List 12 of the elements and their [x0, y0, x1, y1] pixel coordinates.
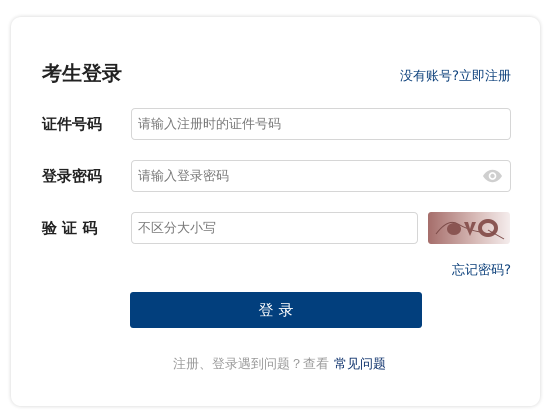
field-label: 证件号码: [42, 114, 103, 134]
faq-link[interactable]: 常见问题: [334, 357, 386, 372]
id-number-field[interactable]: 请输入注册时的证件号码: [131, 108, 511, 140]
field-label: 验 证 码: [42, 218, 98, 238]
forgot-password-link[interactable]: 忘记密码?: [452, 261, 511, 283]
register-link[interactable]: 没有账号?立即注册: [400, 67, 511, 87]
help-text: 注册、登录遇到问题？查看: [173, 357, 329, 372]
captcha-field[interactable]: 不区分大小写: [131, 212, 418, 244]
password-field[interactable]: 请输入登录密码: [131, 160, 511, 192]
field-label: 登录密码: [42, 166, 103, 186]
login-button[interactable]: 登 录: [130, 292, 422, 328]
login-title: 考生登录: [42, 60, 122, 87]
